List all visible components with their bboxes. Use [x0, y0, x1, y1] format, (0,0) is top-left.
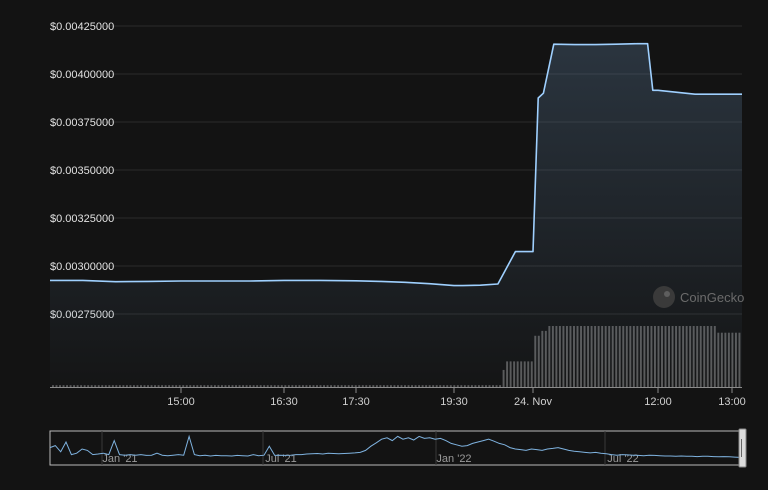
x-tick-label: 16:30 [270, 396, 298, 408]
watermark-text: CoinGecko [680, 290, 744, 305]
x-tick-label: 13:00 [718, 396, 746, 408]
navigator-frame [49, 430, 745, 466]
coingecko-logo-icon [653, 286, 675, 308]
price-area-fill [50, 43, 742, 387]
price-chart: $0.00425000 $0.00400000 $0.00375000 $0.0035… [0, 0, 768, 485]
coingecko-watermark: CoinGecko [653, 286, 744, 308]
y-tick-label: $0.00325000 [50, 213, 114, 225]
chart-svg: $0.00425000 $0.00400000 $0.00375000 $0.0035… [49, 21, 747, 468]
y-axis-labels: $0.00425000 $0.00400000 $0.00375000 $0.0035… [50, 21, 114, 321]
x-tick-label: 12:00 [644, 396, 672, 408]
y-tick-label: $0.00425000 [50, 21, 114, 33]
y-tick-label: $0.00350000 [50, 165, 114, 177]
x-tick-label: 17:30 [342, 396, 370, 408]
navigator[interactable]: Jan '21 Jul '21 Jan '22 Jul '22 [49, 428, 747, 468]
y-tick-label: $0.00300000 [50, 261, 114, 273]
y-tick-label: $0.00400000 [50, 69, 114, 81]
x-tick-label: 15:00 [167, 396, 195, 408]
x-axis: 15:00 16:30 17:30 19:30 24. Nov 12:00 13:00 [50, 387, 746, 408]
y-tick-label: $0.00375000 [50, 117, 114, 129]
navigator-label: Jan '22 [436, 453, 471, 465]
x-tick-label: 19:30 [440, 396, 468, 408]
coingecko-logo-eye-icon [664, 291, 670, 297]
navigator-handle[interactable] [738, 428, 747, 468]
x-tick-label: 24. Nov [514, 396, 552, 408]
price-area [50, 43, 742, 387]
